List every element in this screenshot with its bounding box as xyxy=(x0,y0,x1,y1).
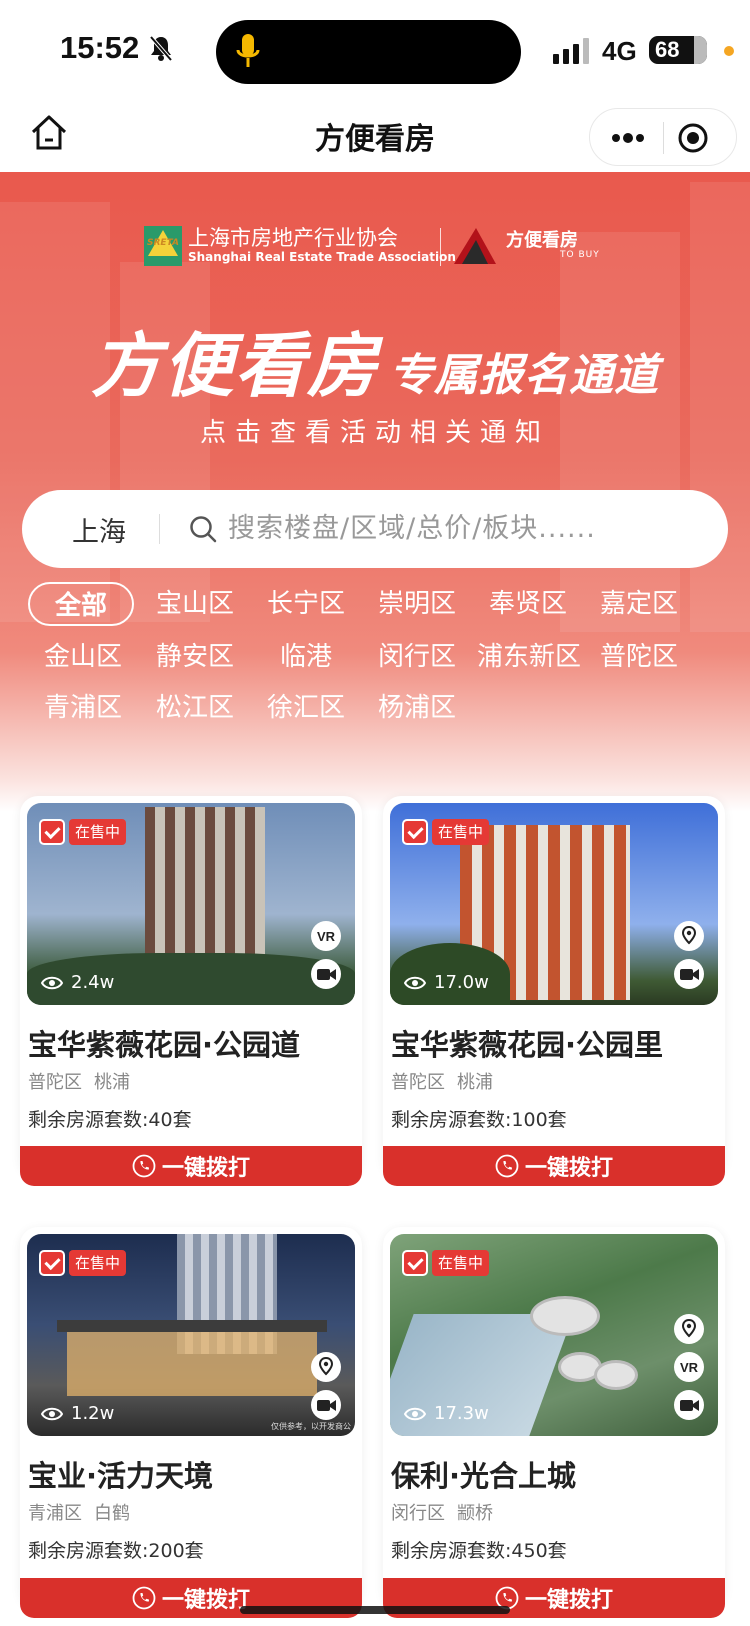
sreta-logo: SRETA xyxy=(144,226,182,266)
more-icon[interactable] xyxy=(608,127,648,149)
photo-watermark: 仅供参考，以开发商公 xyxy=(271,1422,351,1431)
listing-card[interactable]: 在售中 1.2w 仅供参考，以开发商公 宝业·活力天境 青浦区 白鹤 剩余房源套数… xyxy=(20,1227,362,1607)
vr-icon[interactable]: VR xyxy=(674,1352,704,1382)
status-badge: 在售中 xyxy=(39,1248,127,1278)
vr-icon[interactable]: VR xyxy=(311,921,341,951)
close-miniprogram-icon[interactable] xyxy=(677,122,709,154)
phone-icon xyxy=(495,1154,519,1178)
video-icon[interactable] xyxy=(674,959,704,989)
nav-bar: 方便看房 xyxy=(0,100,750,172)
listing-photo[interactable]: 在售中 VR 17.3w xyxy=(390,1234,718,1436)
district-changning[interactable]: 长宁区 xyxy=(251,582,361,626)
eye-icon xyxy=(404,976,426,989)
bell-muted-icon xyxy=(149,35,173,62)
view-count: 17.0w xyxy=(404,972,489,993)
listing-card[interactable]: 在售中 VR 17.3w 保利·光合上城 闵行区 颛桥 剩余房源套数:450套 xyxy=(383,1227,725,1607)
view-count: 2.4w xyxy=(41,972,114,993)
district-xuhui[interactable]: 徐汇区 xyxy=(251,686,361,730)
listing-location: 普陀区 桃浦 xyxy=(391,1072,493,1093)
location-icon[interactable] xyxy=(674,921,704,951)
listing-card[interactable]: 在售中 17.0w 宝华紫薇花园·公园里 普陀区 桃浦 剩余房源套数:100套 xyxy=(383,796,725,1176)
brand-name: 方便看房 xyxy=(506,230,578,251)
status-badge: 在售中 xyxy=(402,1248,490,1278)
listing-remaining: 剩余房源套数:40套 xyxy=(28,1109,192,1131)
eye-icon xyxy=(41,976,63,989)
district-minhang[interactable]: 闵行区 xyxy=(362,635,472,679)
brand-subtitle: TO BUY xyxy=(560,250,600,260)
eye-icon xyxy=(41,1407,63,1420)
district-jingan[interactable]: 静安区 xyxy=(140,635,250,679)
location-icon[interactable] xyxy=(311,1352,341,1382)
district-jinshan[interactable]: 金山区 xyxy=(28,635,138,679)
district-lingang[interactable]: 临港 xyxy=(251,635,361,679)
eye-icon xyxy=(404,1407,426,1420)
search-input[interactable] xyxy=(228,506,698,550)
network-type: 4G xyxy=(602,36,637,66)
video-icon[interactable] xyxy=(311,959,341,989)
listing-remaining: 剩余房源套数:200套 xyxy=(28,1540,204,1562)
listing-photo[interactable]: 在售中 VR 2.4w xyxy=(27,803,355,1005)
hero-title-sub: 专属报名通道 xyxy=(389,350,659,401)
listing-remaining: 剩余房源套数:100套 xyxy=(391,1109,567,1131)
city-selector[interactable]: 上海 xyxy=(72,510,126,549)
status-bar: 15:52 4G 68 xyxy=(0,0,750,100)
district-baoshan[interactable]: 宝山区 xyxy=(140,582,250,626)
battery-icon: 68 xyxy=(649,36,707,64)
location-icon[interactable] xyxy=(674,1314,704,1344)
brand-logo-icon xyxy=(454,228,496,264)
call-button[interactable]: 一键拨打 xyxy=(383,1146,725,1186)
check-icon xyxy=(402,1250,428,1276)
check-icon xyxy=(39,819,65,845)
hero-title-main: 方便看房 xyxy=(91,325,379,407)
district-pudong[interactable]: 浦东新区 xyxy=(468,635,590,679)
mini-program-capsule xyxy=(589,108,737,166)
hero-banner[interactable]: SRETA 上海市房地产行业协会 Shanghai Real Estate Tr… xyxy=(0,172,750,812)
district-qingpu[interactable]: 青浦区 xyxy=(28,686,138,730)
association-name-en: Shanghai Real Estate Trade Association xyxy=(188,250,456,264)
phone-icon xyxy=(132,1586,156,1610)
search-bar: 上海 xyxy=(22,490,728,568)
view-count: 1.2w xyxy=(41,1403,114,1424)
listing-photo[interactable]: 在售中 17.0w xyxy=(390,803,718,1005)
phone-icon xyxy=(132,1154,156,1178)
district-chongming[interactable]: 崇明区 xyxy=(362,582,472,626)
privacy-dot xyxy=(724,46,734,56)
listing-card[interactable]: 在售中 VR 2.4w 宝华紫薇花园·公园道 普陀区 桃浦 剩余房源套数:40套 xyxy=(20,796,362,1176)
hero-title: 方便看房 专属报名通道 xyxy=(0,310,750,411)
status-badge: 在售中 xyxy=(402,817,490,847)
check-icon xyxy=(402,819,428,845)
listing-name: 宝华紫薇花园·公园里 xyxy=(391,1028,664,1062)
listing-name: 宝华紫薇花园·公园道 xyxy=(28,1028,301,1062)
check-icon xyxy=(39,1250,65,1276)
listing-remaining: 剩余房源套数:450套 xyxy=(391,1540,567,1562)
view-count: 17.3w xyxy=(404,1403,489,1424)
video-icon[interactable] xyxy=(311,1390,341,1420)
listing-location: 闵行区 颛桥 xyxy=(391,1503,493,1524)
district-all[interactable]: 全部 xyxy=(28,582,134,626)
search-icon xyxy=(190,516,217,543)
association-name-cn: 上海市房地产行业协会 xyxy=(188,226,398,250)
svg-text:VR: VR xyxy=(680,1360,699,1375)
microphone-icon xyxy=(236,34,260,67)
district-fengxian[interactable]: 奉贤区 xyxy=(473,582,583,626)
district-jiading[interactable]: 嘉定区 xyxy=(584,582,694,626)
logo-row: SRETA 上海市房地产行业协会 Shanghai Real Estate Tr… xyxy=(144,224,604,270)
call-button[interactable]: 一键拨打 xyxy=(20,1146,362,1186)
listing-photo[interactable]: 在售中 1.2w 仅供参考，以开发商公 xyxy=(27,1234,355,1436)
status-time: 15:52 xyxy=(60,30,140,65)
listing-location: 普陀区 桃浦 xyxy=(28,1072,130,1093)
listing-name: 保利·光合上城 xyxy=(391,1459,577,1493)
signal-icon xyxy=(553,38,589,64)
district-yangpu[interactable]: 杨浦区 xyxy=(362,686,472,730)
video-icon[interactable] xyxy=(674,1390,704,1420)
battery-level: 68 xyxy=(655,37,680,62)
district-songjiang[interactable]: 松江区 xyxy=(140,686,250,730)
status-badge: 在售中 xyxy=(39,817,127,847)
home-indicator[interactable] xyxy=(240,1606,510,1614)
district-putuo[interactable]: 普陀区 xyxy=(584,635,694,679)
hero-subtitle[interactable]: 点击查看活动相关通知 xyxy=(0,412,750,449)
listing-location: 青浦区 白鹤 xyxy=(28,1503,130,1524)
svg-text:VR: VR xyxy=(317,929,336,944)
listing-name: 宝业·活力天境 xyxy=(28,1459,214,1493)
